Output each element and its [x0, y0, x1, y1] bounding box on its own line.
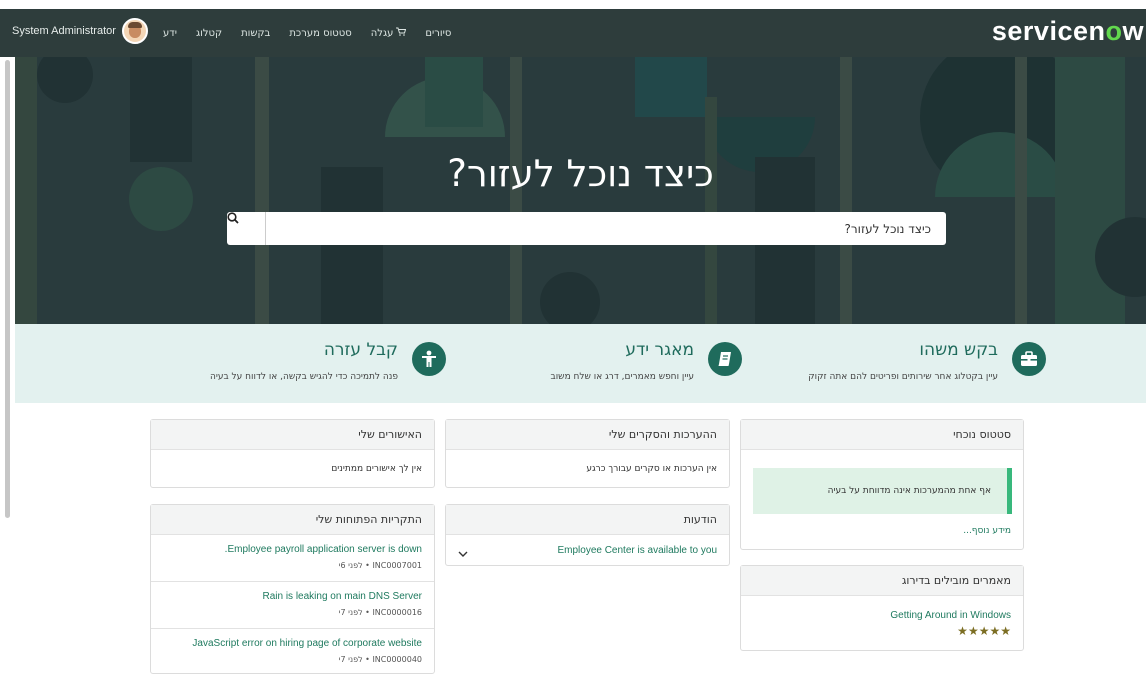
quick-link-knowledge-base[interactable]: מאגר ידע עיין וחפש מאמרים, דרג או שלח מש…: [452, 340, 742, 386]
incident-meta: INC0000016 • לפני 7י: [338, 608, 422, 617]
star-icon: ★: [978, 624, 990, 638]
incident-row[interactable]: Employee payroll application server is d…: [151, 535, 434, 582]
search-input[interactable]: [266, 212, 943, 245]
top-strip: [0, 0, 1146, 9]
star-icon: ★: [957, 624, 968, 638]
user-menu[interactable]: System Administrator: [12, 18, 148, 44]
logo-text-suffix: w: [1122, 16, 1144, 46]
person-icon: [412, 342, 446, 376]
search-bar: [227, 212, 946, 245]
announcements-panel: הודעות Employee Center is available to y…: [445, 504, 730, 566]
panel-title: מאמרים מובילים בדירוג: [741, 566, 1023, 596]
status-message-box: אף אחת מהמערכות אינה מדווחת על בעיה: [753, 468, 1012, 514]
panel-title: ההערכות והסקרים שלי: [446, 420, 729, 450]
star-icon: ★: [967, 624, 979, 638]
book-icon: [708, 342, 742, 376]
user-name[interactable]: System Administrator: [12, 25, 116, 37]
nav-link-requests[interactable]: בקשות: [241, 28, 270, 39]
nav-link-system-status[interactable]: סטטוס מערכת: [289, 28, 351, 39]
logo-text-prefix: servicen: [991, 16, 1106, 46]
nav-link-catalog[interactable]: קטלוג: [196, 28, 222, 39]
incident-title[interactable]: JavaScript error on hiring page of corpo…: [192, 638, 422, 649]
nav-link-cart[interactable]: עגלה: [371, 27, 407, 39]
incident-row[interactable]: Rain is leaking on main DNS Server INC00…: [151, 582, 434, 629]
quick-link-title: בקש משהו: [919, 340, 998, 360]
top-rated-articles-panel: מאמרים מובילים בדירוג Getting Around in …: [740, 565, 1024, 651]
star-icon: ★: [989, 624, 1001, 638]
open-incidents-panel: התקריות הפתוחות שלי Employee payroll app…: [150, 504, 435, 674]
nav-link-tours[interactable]: סיורים: [425, 28, 451, 39]
more-info-link[interactable]: מידע נוסף...: [963, 526, 1011, 536]
quick-link-description: עיין וחפש מאמרים, דרג או שלח משוב: [550, 372, 694, 382]
incident-title[interactable]: Rain is leaking on main DNS Server: [262, 591, 422, 602]
star-icon: ★: [1000, 624, 1011, 638]
hero-banner: כיצד נוכל לעזור?: [15, 57, 1146, 324]
article-rating-stars: ★★★★★: [957, 624, 1011, 638]
servicenow-logo[interactable]: servicenow: [992, 16, 1144, 47]
incident-meta: INC0000040 • לפני 7י: [338, 655, 422, 664]
nav-link-cart-label: עגלה: [370, 27, 394, 39]
quick-link-title: מאגר ידע: [625, 340, 694, 360]
quick-link-description: עיין בקטלוג אחר שירותים ופריטים להם אתה …: [808, 372, 998, 382]
status-message: אף אחת מהמערכות אינה מדווחת על בעיה: [827, 486, 991, 496]
panel-title: התקריות הפתוחות שלי: [151, 505, 434, 535]
cart-icon: [396, 27, 407, 39]
chevron-down-icon[interactable]: [458, 543, 468, 562]
panel-title: הודעות: [446, 505, 729, 535]
quick-link-get-help[interactable]: קבל עזרה פנה לתמיכה כדי להגיש בקשה, או ל…: [156, 340, 446, 386]
scrollbar-thumb[interactable]: [5, 60, 10, 518]
avatar[interactable]: [121, 18, 148, 44]
nav-links: ידע קטלוג בקשות סטטוס מערכת עגלה סיורים: [163, 9, 451, 57]
panel-title: האישורים שלי: [151, 420, 434, 450]
current-status-panel: סטטוס נוכחי אף אחת מהמערכות אינה מדווחת …: [740, 419, 1024, 550]
quick-link-title: קבל עזרה: [323, 340, 398, 360]
quick-links-bar: בקש משהו עיין בקטלוג אחר שירותים ופריטים…: [15, 324, 1146, 403]
panel-title: סטטוס נוכחי: [741, 420, 1023, 450]
search-button[interactable]: [227, 212, 266, 245]
top-navbar: System Administrator ידע קטלוג בקשות סטט…: [0, 9, 1146, 57]
nav-link-knowledge[interactable]: ידע: [163, 28, 177, 39]
logo-text-o: o: [1105, 16, 1123, 46]
surveys-empty-message: אין הערכות או סקרים עבורך כרגע: [586, 464, 717, 474]
incident-row[interactable]: JavaScript error on hiring page of corpo…: [151, 629, 434, 675]
quick-link-description: פנה לתמיכה כדי להגיש בקשה, או לדווח על ב…: [209, 372, 398, 382]
approvals-empty-message: אין לך אישורים ממתינים: [331, 464, 422, 474]
quick-link-request-something[interactable]: בקש משהו עיין בקטלוג אחר שירותים ופריטים…: [756, 340, 1046, 386]
incident-title[interactable]: Employee payroll application server is d…: [225, 544, 422, 555]
article-link[interactable]: Getting Around in Windows: [890, 610, 1011, 621]
announcement-link[interactable]: Employee Center is available to you: [557, 545, 717, 556]
approvals-panel: האישורים שלי אין לך אישורים ממתינים: [150, 419, 435, 488]
announcement-item[interactable]: Employee Center is available to you: [446, 535, 729, 567]
surveys-panel: ההערכות והסקרים שלי אין הערכות או סקרים …: [445, 419, 730, 488]
briefcase-icon: [1012, 342, 1046, 376]
hero-title: כיצד נוכל לעזור?: [447, 152, 714, 195]
incident-meta: INC0007001 • לפני 6י: [338, 561, 422, 570]
